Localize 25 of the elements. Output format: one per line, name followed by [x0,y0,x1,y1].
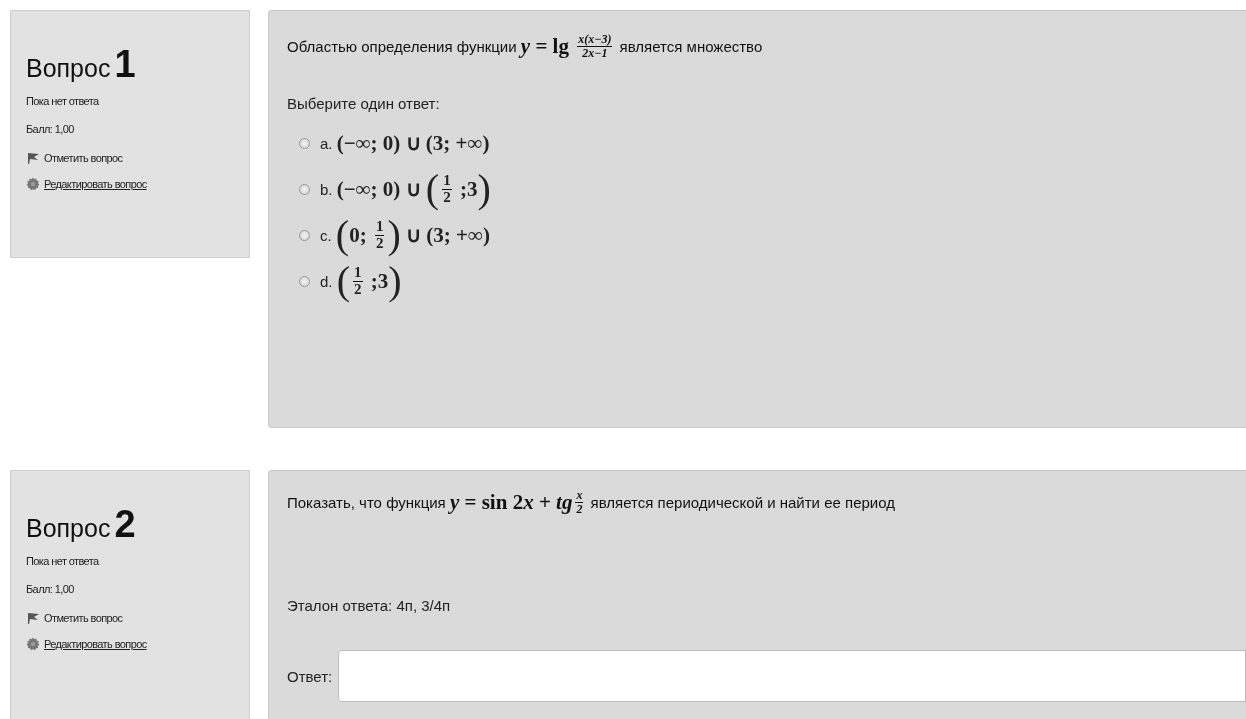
gear-icon [26,637,40,651]
radio-button[interactable] [299,137,310,149]
edit-question-link[interactable]: Редактировать вопрос [44,178,147,190]
radio-button[interactable] [299,229,310,241]
answer-status: Пока нет ответа [26,555,100,567]
answer-field[interactable] [338,650,1246,703]
question-heading: Вопрос [26,514,111,543]
reference-answer: Эталон ответа: 4п, 3/4п [287,597,452,615]
gear-icon [26,177,40,191]
radio-button[interactable] [299,183,310,195]
question-mark: Балл: 1,00 [26,583,75,595]
flag-icon[interactable] [26,151,40,165]
answer-option[interactable]: a. (−∞; 0) ∪ (3; +∞) [320,130,490,156]
edit-question-link[interactable]: Редактировать вопрос [44,638,147,650]
answer-label: Ответ: [287,667,333,685]
question-number: 1 [114,45,136,83]
answer-status: Пока нет ответа [26,95,100,107]
answer-prompt: Выберите один ответ: [287,95,441,113]
question-mark: Балл: 1,00 [26,123,75,135]
flag-icon[interactable] [26,611,40,625]
flag-question-link[interactable]: Отметить вопрос [44,152,123,164]
question-heading: Вопрос [26,54,111,83]
question-number: 2 [114,505,136,543]
radio-button[interactable] [299,275,310,287]
flag-question-link[interactable]: Отметить вопрос [44,612,123,624]
